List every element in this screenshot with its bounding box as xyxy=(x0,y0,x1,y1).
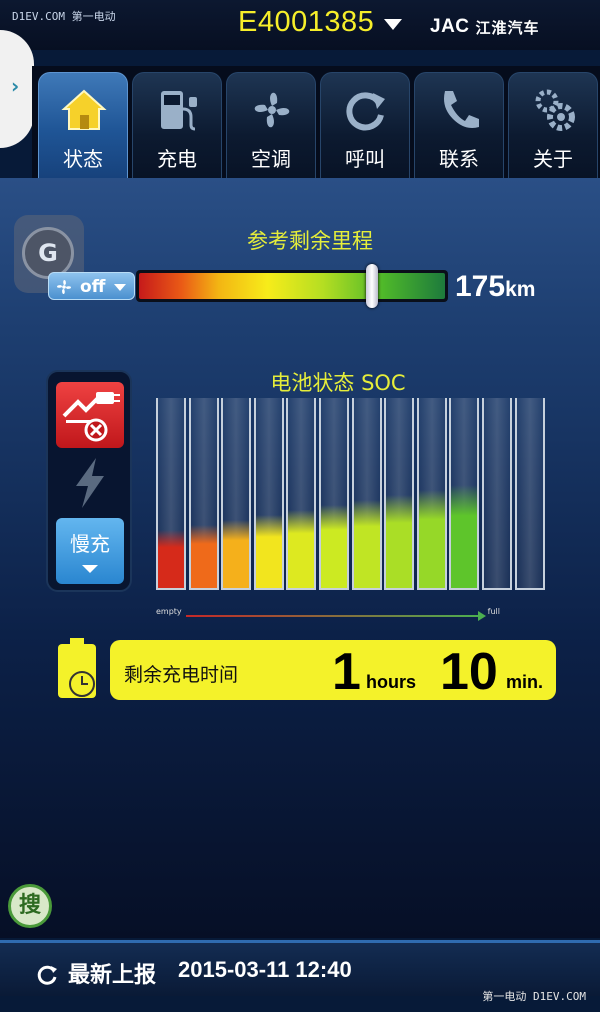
range-gauge-fill xyxy=(139,273,445,299)
tab-about[interactable]: 关于 xyxy=(508,72,598,178)
tab-contact[interactable]: 联系 xyxy=(414,72,504,178)
charger-icon xyxy=(161,91,197,131)
search-button[interactable]: 搜 xyxy=(8,884,52,928)
soc-empty-label: empty xyxy=(156,607,182,616)
tab-label: 状态 xyxy=(63,147,103,171)
tab-label: 空调 xyxy=(251,147,291,171)
lightning-icon xyxy=(76,458,104,508)
app-header: D1EV.COM 第一电动 E4001385 JAC 江淮汽车 xyxy=(0,0,600,50)
refresh-icon xyxy=(346,92,385,131)
soc-segment-fill xyxy=(288,510,315,588)
phone-icon xyxy=(444,91,479,128)
range-gauge xyxy=(136,264,448,308)
tab-climate[interactable]: 空调 xyxy=(226,72,316,178)
soc-segment xyxy=(286,398,317,590)
remaining-minutes: 10 xyxy=(440,643,498,701)
range-number: 175 xyxy=(455,270,506,303)
soc-segment xyxy=(416,398,447,590)
charge-status-stack: 慢充 xyxy=(46,370,132,592)
soc-segment xyxy=(384,398,415,590)
soc-segment xyxy=(351,398,382,590)
chevron-down-icon xyxy=(114,284,126,291)
watermark-bottom-right: 第一电动 D1EV.COM xyxy=(482,990,586,1003)
soc-segment xyxy=(482,398,512,590)
last-report-label: 最新上报 xyxy=(68,963,157,988)
soc-segment-fill xyxy=(158,530,184,588)
home-icon xyxy=(61,89,107,130)
soc-segment-fill xyxy=(353,500,380,588)
soc-segment xyxy=(253,398,284,590)
tab-bar: 状态 充电 空调 呼叫 联系 关于 xyxy=(32,66,600,178)
tab-label: 关于 xyxy=(533,147,573,171)
soc-segment xyxy=(221,398,252,590)
chevron-down-icon xyxy=(82,565,98,573)
range-unit: km xyxy=(505,278,536,301)
soc-segment-fill xyxy=(418,490,445,588)
soc-segment-fill xyxy=(321,505,347,588)
brand-name: 江淮汽车 xyxy=(475,18,540,37)
arrow-right-icon xyxy=(478,611,486,621)
minutes-unit: min. xyxy=(506,672,544,692)
remaining-charge-time: 剩余充电时间 1 hours 10 min. xyxy=(110,640,556,701)
soc-axis: empty full xyxy=(156,607,550,621)
battery-timer-icon xyxy=(58,638,96,698)
range-gauge-marker xyxy=(365,264,378,308)
soc-segment-fill xyxy=(255,515,282,588)
fan-icon xyxy=(254,92,290,128)
soc-axis-line xyxy=(186,615,480,617)
gear-icon xyxy=(535,89,575,131)
fan-icon xyxy=(57,280,71,294)
remaining-hours: 1 xyxy=(332,643,361,701)
soc-segment xyxy=(156,398,186,590)
last-report-timestamp: 2015-03-11 12:40 xyxy=(178,957,352,982)
brand-logo-text: JAC xyxy=(430,16,470,37)
soc-segment xyxy=(319,398,349,590)
soc-segment-fill xyxy=(190,525,217,588)
tab-status[interactable]: 状态 xyxy=(38,72,128,178)
tab-call[interactable]: 呼叫 xyxy=(320,72,410,178)
brand-logo: JAC 江淮汽车 xyxy=(430,12,596,42)
remaining-time-label: 剩余充电时间 xyxy=(124,664,239,686)
hours-unit: hours xyxy=(366,672,417,692)
ac-status-label: off xyxy=(80,277,106,297)
soc-segment xyxy=(188,398,219,590)
range-value: 175km xyxy=(455,270,535,304)
charging-bolt-indicator xyxy=(56,452,124,512)
soc-segment-fill xyxy=(223,520,250,588)
range-title: 参考剩余里程 xyxy=(247,229,373,253)
tab-label: 呼叫 xyxy=(345,147,385,171)
soc-segment xyxy=(449,398,480,590)
vehicle-id-selector[interactable]: E4001385 xyxy=(238,6,374,39)
soc-bar-chart xyxy=(156,398,550,590)
chevron-right-icon: › xyxy=(11,74,20,98)
chevron-down-icon[interactable] xyxy=(384,19,402,30)
tab-label: 联系 xyxy=(439,147,479,171)
refresh-icon[interactable] xyxy=(36,963,60,987)
soc-full-label: full xyxy=(487,607,500,616)
ac-status-dropdown[interactable]: off xyxy=(48,272,135,300)
tab-charging[interactable]: 充电 xyxy=(132,72,222,178)
tab-label: 充电 xyxy=(157,147,197,171)
soc-segment-fill xyxy=(451,485,478,588)
soc-segment xyxy=(514,398,545,590)
charge-mode-label: 慢充 xyxy=(70,532,110,556)
soc-segment-fill xyxy=(386,495,413,588)
watermark-top-left: D1EV.COM 第一电动 xyxy=(12,10,116,23)
soc-title: 电池状态 SOC xyxy=(270,371,406,395)
side-drawer-handle[interactable]: › xyxy=(0,30,34,148)
slow-charge-dropdown[interactable]: 慢充 xyxy=(56,518,124,584)
